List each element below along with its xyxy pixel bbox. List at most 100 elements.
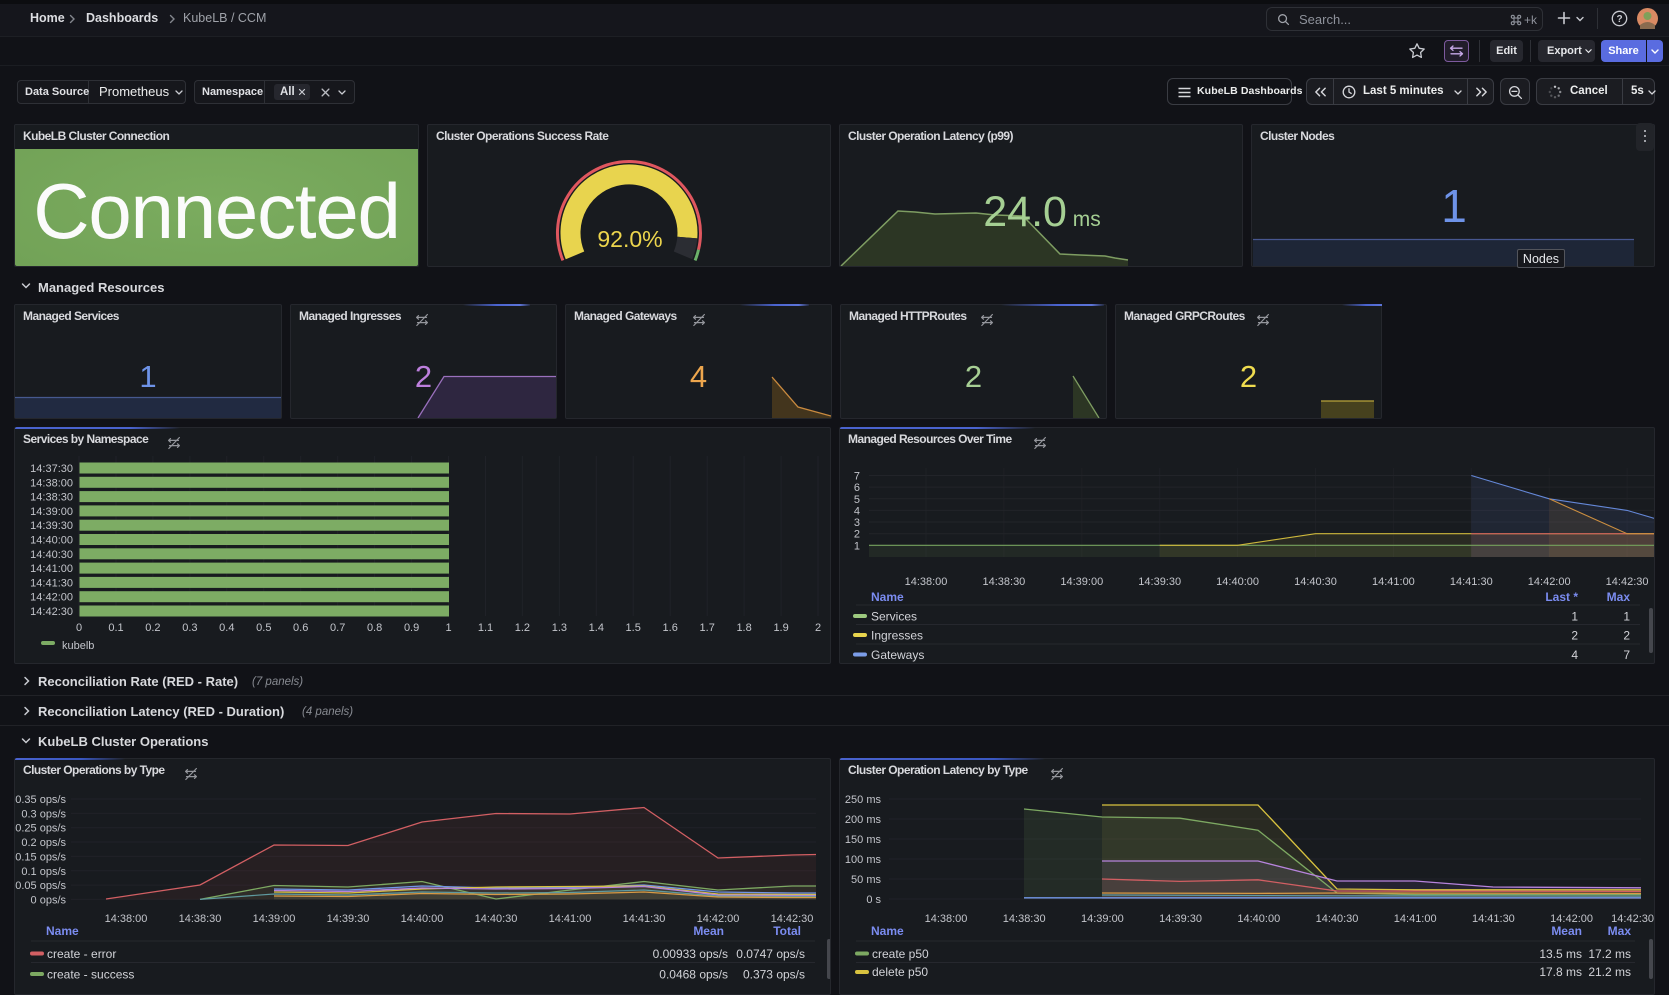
svg-text:0.0468 ops/s: 0.0468 ops/s bbox=[659, 968, 728, 982]
svg-text:14:39:00: 14:39:00 bbox=[253, 913, 296, 925]
svg-text:100 ms: 100 ms bbox=[845, 854, 882, 866]
svg-text:14:38:30: 14:38:30 bbox=[1003, 913, 1046, 925]
svg-text:14:38:00: 14:38:00 bbox=[105, 913, 148, 925]
svg-text:14:39:30: 14:39:30 bbox=[1138, 576, 1181, 588]
svg-text:14:39:30: 14:39:30 bbox=[327, 913, 370, 925]
svg-text:Last *: Last * bbox=[1545, 590, 1578, 604]
svg-text:0.8: 0.8 bbox=[367, 622, 382, 634]
svg-text:14:37:30: 14:37:30 bbox=[30, 463, 73, 475]
svg-text:150 ms: 150 ms bbox=[845, 834, 882, 846]
svg-text:0.1 ops/s: 0.1 ops/s bbox=[21, 866, 66, 878]
svg-text:create - error: create - error bbox=[47, 947, 116, 961]
svg-text:14:40:30: 14:40:30 bbox=[1316, 913, 1359, 925]
svg-text:14:39:00: 14:39:00 bbox=[1081, 913, 1124, 925]
svg-text:1.4: 1.4 bbox=[589, 622, 604, 634]
svg-text:Ingresses: Ingresses bbox=[871, 629, 923, 643]
svg-text:17.2 ms: 17.2 ms bbox=[1588, 947, 1631, 961]
svg-text:0.2: 0.2 bbox=[145, 622, 160, 634]
svg-text:14:40:00: 14:40:00 bbox=[1237, 913, 1280, 925]
svg-text:14:38:30: 14:38:30 bbox=[30, 492, 73, 504]
svg-text:0.9: 0.9 bbox=[404, 622, 419, 634]
svg-text:14:38:30: 14:38:30 bbox=[179, 913, 222, 925]
svg-text:14:40:30: 14:40:30 bbox=[30, 549, 73, 561]
svg-text:14:38:00: 14:38:00 bbox=[905, 576, 948, 588]
svg-text:14:42:30: 14:42:30 bbox=[30, 606, 73, 618]
svg-text:1.8: 1.8 bbox=[736, 622, 751, 634]
svg-text:Services: Services bbox=[871, 610, 917, 624]
svg-text:Name: Name bbox=[871, 590, 904, 604]
svg-text:13.5 ms: 13.5 ms bbox=[1539, 947, 1582, 961]
svg-text:create - success: create - success bbox=[47, 968, 134, 982]
svg-text:Max: Max bbox=[1607, 590, 1631, 604]
svg-text:5: 5 bbox=[854, 494, 860, 506]
svg-text:14:42:30: 14:42:30 bbox=[1606, 576, 1649, 588]
svg-text:2: 2 bbox=[1623, 629, 1630, 643]
svg-text:1: 1 bbox=[445, 622, 451, 634]
svg-text:delete p50: delete p50 bbox=[872, 965, 928, 979]
svg-text:14:41:30: 14:41:30 bbox=[30, 577, 73, 589]
svg-text:1.5: 1.5 bbox=[626, 622, 641, 634]
svg-text:1.1: 1.1 bbox=[478, 622, 493, 634]
svg-text:2: 2 bbox=[1571, 629, 1578, 643]
svg-text:50 ms: 50 ms bbox=[851, 874, 881, 886]
svg-text:7: 7 bbox=[1623, 648, 1630, 662]
svg-text:0.3: 0.3 bbox=[182, 622, 197, 634]
svg-text:4: 4 bbox=[1571, 648, 1578, 662]
svg-text:14:41:30: 14:41:30 bbox=[623, 913, 666, 925]
svg-text:Max: Max bbox=[1608, 924, 1632, 938]
svg-text:Name: Name bbox=[871, 924, 904, 938]
svg-text:0.25 ops/s: 0.25 ops/s bbox=[15, 823, 66, 835]
svg-text:0 ops/s: 0 ops/s bbox=[31, 894, 67, 906]
svg-text:?: ? bbox=[1616, 14, 1622, 25]
svg-text:1: 1 bbox=[1571, 610, 1578, 624]
svg-text:14:40:30: 14:40:30 bbox=[475, 913, 518, 925]
svg-text:2: 2 bbox=[854, 529, 860, 541]
svg-text:14:40:00: 14:40:00 bbox=[30, 535, 73, 547]
svg-text:kubelb: kubelb bbox=[62, 640, 94, 652]
svg-text:0.373 ops/s: 0.373 ops/s bbox=[743, 968, 805, 982]
svg-text:250 ms: 250 ms bbox=[845, 794, 882, 806]
svg-text:14:39:30: 14:39:30 bbox=[1159, 913, 1202, 925]
svg-text:14:42:00: 14:42:00 bbox=[1528, 576, 1571, 588]
svg-text:Total: Total bbox=[773, 924, 801, 938]
svg-text:6: 6 bbox=[854, 482, 860, 494]
svg-text:14:41:00: 14:41:00 bbox=[30, 563, 73, 575]
svg-text:create p50: create p50 bbox=[872, 947, 929, 961]
svg-text:14:41:30: 14:41:30 bbox=[1450, 576, 1493, 588]
svg-text:0.4: 0.4 bbox=[219, 622, 234, 634]
svg-text:0.0747 ops/s: 0.0747 ops/s bbox=[736, 947, 805, 961]
svg-text:14:39:30: 14:39:30 bbox=[30, 520, 73, 532]
svg-text:1.7: 1.7 bbox=[700, 622, 715, 634]
svg-text:14:41:00: 14:41:00 bbox=[1394, 913, 1437, 925]
svg-text:7: 7 bbox=[854, 471, 860, 483]
svg-text:0.5: 0.5 bbox=[256, 622, 271, 634]
svg-text:0.35 ops/s: 0.35 ops/s bbox=[15, 794, 66, 806]
svg-text:0.1: 0.1 bbox=[108, 622, 123, 634]
svg-text:2: 2 bbox=[815, 622, 821, 634]
svg-text:14:40:30: 14:40:30 bbox=[1294, 576, 1337, 588]
svg-text:1.6: 1.6 bbox=[663, 622, 678, 634]
svg-text:1.9: 1.9 bbox=[773, 622, 788, 634]
svg-text:4: 4 bbox=[854, 505, 860, 517]
svg-text:14:39:00: 14:39:00 bbox=[1060, 576, 1103, 588]
svg-text:1: 1 bbox=[1623, 610, 1630, 624]
svg-text:0.00933 ops/s: 0.00933 ops/s bbox=[653, 947, 728, 961]
svg-text:0 s: 0 s bbox=[866, 894, 881, 906]
svg-text:14:42:00: 14:42:00 bbox=[30, 592, 73, 604]
svg-text:14:41:30: 14:41:30 bbox=[1472, 913, 1515, 925]
svg-text:Mean: Mean bbox=[693, 924, 724, 938]
svg-text:17.8 ms: 17.8 ms bbox=[1539, 965, 1582, 979]
svg-text:1.2: 1.2 bbox=[515, 622, 530, 634]
svg-text:0.2 ops/s: 0.2 ops/s bbox=[21, 837, 66, 849]
svg-text:Name: Name bbox=[46, 924, 79, 938]
svg-text:1.3: 1.3 bbox=[552, 622, 567, 634]
svg-text:200 ms: 200 ms bbox=[845, 814, 882, 826]
svg-text:Mean: Mean bbox=[1551, 924, 1582, 938]
svg-text:Gateways: Gateways bbox=[871, 648, 924, 662]
svg-text:14:38:00: 14:38:00 bbox=[925, 913, 968, 925]
svg-text:14:39:00: 14:39:00 bbox=[30, 506, 73, 518]
svg-text:0.7: 0.7 bbox=[330, 622, 345, 634]
svg-text:14:38:00: 14:38:00 bbox=[30, 477, 73, 489]
svg-text:3: 3 bbox=[854, 517, 860, 529]
svg-text:0.6: 0.6 bbox=[293, 622, 308, 634]
